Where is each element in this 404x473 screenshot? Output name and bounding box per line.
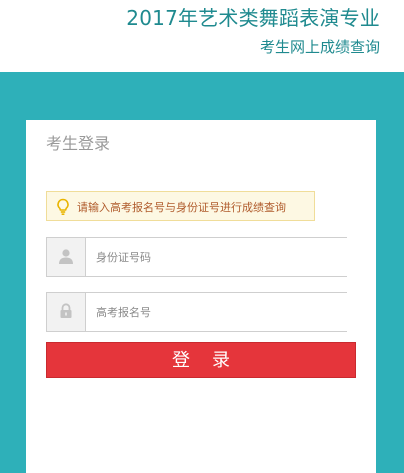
lock-icon bbox=[60, 303, 72, 318]
id-card-icon-box bbox=[47, 238, 86, 276]
exam-number-icon-box bbox=[47, 293, 86, 331]
login-card: 考生登录 请输入高考报名号与身份证号进行成绩查询 登录 bbox=[26, 120, 376, 473]
card-title: 考生登录 bbox=[46, 134, 111, 153]
tip-box: 请输入高考报名号与身份证号进行成绩查询 bbox=[46, 191, 315, 221]
page-subtitle: 考生网上成绩查询 bbox=[259, 38, 380, 56]
page-header: 2017年艺术类舞蹈表演专业 考生网上成绩查询 bbox=[0, 0, 404, 72]
user-icon bbox=[59, 249, 73, 264]
login-button[interactable]: 登录 bbox=[46, 342, 356, 378]
id-card-field bbox=[46, 237, 347, 277]
lightbulb-icon bbox=[57, 198, 69, 216]
tip-text: 请输入高考报名号与身份证号进行成绩查询 bbox=[77, 201, 286, 214]
page-title: 2017年艺术类舞蹈表演专业 bbox=[126, 6, 380, 30]
exam-number-input[interactable] bbox=[86, 293, 336, 331]
exam-number-field bbox=[46, 292, 347, 332]
id-card-input[interactable] bbox=[86, 238, 336, 276]
